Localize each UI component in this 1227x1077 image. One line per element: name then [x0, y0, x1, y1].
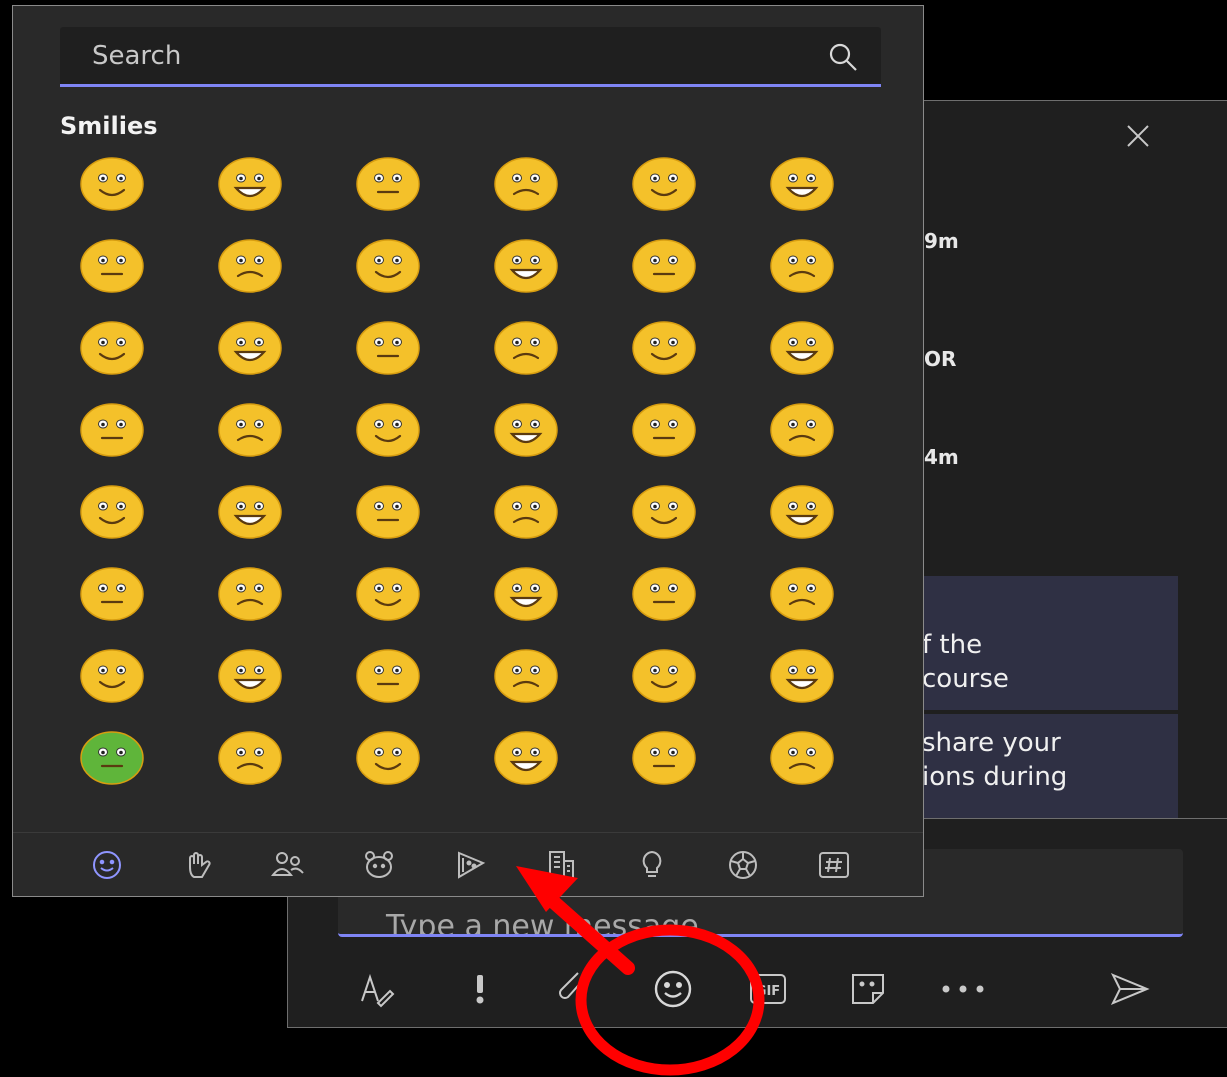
emoji-item[interactable]: [354, 156, 422, 212]
emoji-item[interactable]: [492, 238, 560, 294]
building-icon[interactable]: [543, 847, 579, 883]
emoji-item[interactable]: [492, 730, 560, 786]
emoji-item[interactable]: [768, 238, 836, 294]
message-line: f the: [922, 630, 983, 660]
emoji-item[interactable]: [216, 320, 284, 376]
close-icon[interactable]: [1121, 121, 1155, 155]
attach-icon[interactable]: [554, 969, 594, 1009]
emoji-item[interactable]: [630, 156, 698, 212]
search-box: [60, 27, 881, 87]
emoji-item[interactable]: [216, 730, 284, 786]
emoji-item[interactable]: [78, 320, 146, 376]
gif-icon[interactable]: GIF: [746, 969, 790, 1009]
more-icon[interactable]: [938, 969, 988, 1009]
emoji-item[interactable]: [78, 730, 146, 786]
important-icon[interactable]: [468, 969, 492, 1009]
emoji-item[interactable]: [768, 648, 836, 704]
emoji-item[interactable]: [768, 156, 836, 212]
smilies-icon[interactable]: [89, 847, 125, 883]
animal-icon[interactable]: [361, 847, 397, 883]
emoji-item[interactable]: [768, 566, 836, 622]
message-time-fragment: 4m: [924, 445, 959, 469]
emoji-item[interactable]: [354, 484, 422, 540]
message-time-fragment: 9m: [924, 229, 959, 253]
send-icon[interactable]: [1108, 969, 1152, 1009]
message-line: share your: [922, 728, 1061, 758]
emoji-item[interactable]: [216, 156, 284, 212]
search-icon[interactable]: [827, 41, 859, 73]
emoji-item[interactable]: [492, 566, 560, 622]
format-icon[interactable]: [356, 969, 396, 1009]
emoji-item[interactable]: [216, 566, 284, 622]
emoji-item[interactable]: [216, 238, 284, 294]
emoji-item[interactable]: [354, 566, 422, 622]
emoji-icon[interactable]: [650, 969, 696, 1009]
message-card: f the course: [908, 576, 1178, 710]
emoji-item[interactable]: [630, 238, 698, 294]
search-input[interactable]: [90, 35, 794, 77]
section-title: Smilies: [60, 112, 158, 140]
emoji-item[interactable]: [630, 484, 698, 540]
category-bar: [13, 832, 923, 897]
message-card: share your ions during: [908, 714, 1178, 818]
emoji-item[interactable]: [768, 320, 836, 376]
emoji-item[interactable]: [630, 566, 698, 622]
emoji-item[interactable]: [354, 320, 422, 376]
message-line: course: [922, 664, 1009, 694]
emoji-item[interactable]: [354, 402, 422, 458]
emoji-item[interactable]: [492, 402, 560, 458]
emoji-item[interactable]: [492, 484, 560, 540]
emoji-item[interactable]: [78, 156, 146, 212]
symbols-icon[interactable]: [816, 847, 852, 883]
emoji-item[interactable]: [630, 648, 698, 704]
emoji-item[interactable]: [630, 730, 698, 786]
sticker-icon[interactable]: [846, 969, 890, 1009]
emoji-item[interactable]: [78, 238, 146, 294]
emoji-item[interactable]: [216, 484, 284, 540]
emoji-item[interactable]: [492, 156, 560, 212]
emoji-item[interactable]: [492, 648, 560, 704]
emoji-item[interactable]: [216, 648, 284, 704]
emoji-item[interactable]: [768, 402, 836, 458]
emoji-item[interactable]: [354, 648, 422, 704]
emoji-item[interactable]: [78, 648, 146, 704]
food-icon[interactable]: [453, 847, 489, 883]
hand-wave-icon[interactable]: [180, 847, 216, 883]
emoji-item[interactable]: [492, 320, 560, 376]
emoji-item[interactable]: [216, 402, 284, 458]
emoji-item[interactable]: [78, 484, 146, 540]
emoji-item[interactable]: [768, 730, 836, 786]
people-icon[interactable]: [270, 847, 306, 883]
lightbulb-icon[interactable]: [634, 847, 670, 883]
emoji-item[interactable]: [78, 402, 146, 458]
emoji-item[interactable]: [354, 730, 422, 786]
emoji-item[interactable]: [768, 484, 836, 540]
svg-text:GIF: GIF: [756, 984, 780, 999]
emoji-item[interactable]: [630, 320, 698, 376]
emoji-item[interactable]: [78, 566, 146, 622]
emoji-item[interactable]: [630, 402, 698, 458]
emoji-picker: Smilies: [12, 5, 924, 897]
message-placeholder: Type a new message: [386, 909, 699, 937]
message-line: ions during: [922, 762, 1068, 792]
soccer-ball-icon[interactable]: [725, 847, 761, 883]
emoji-item[interactable]: [354, 238, 422, 294]
message-text-fragment: OR: [924, 347, 957, 371]
